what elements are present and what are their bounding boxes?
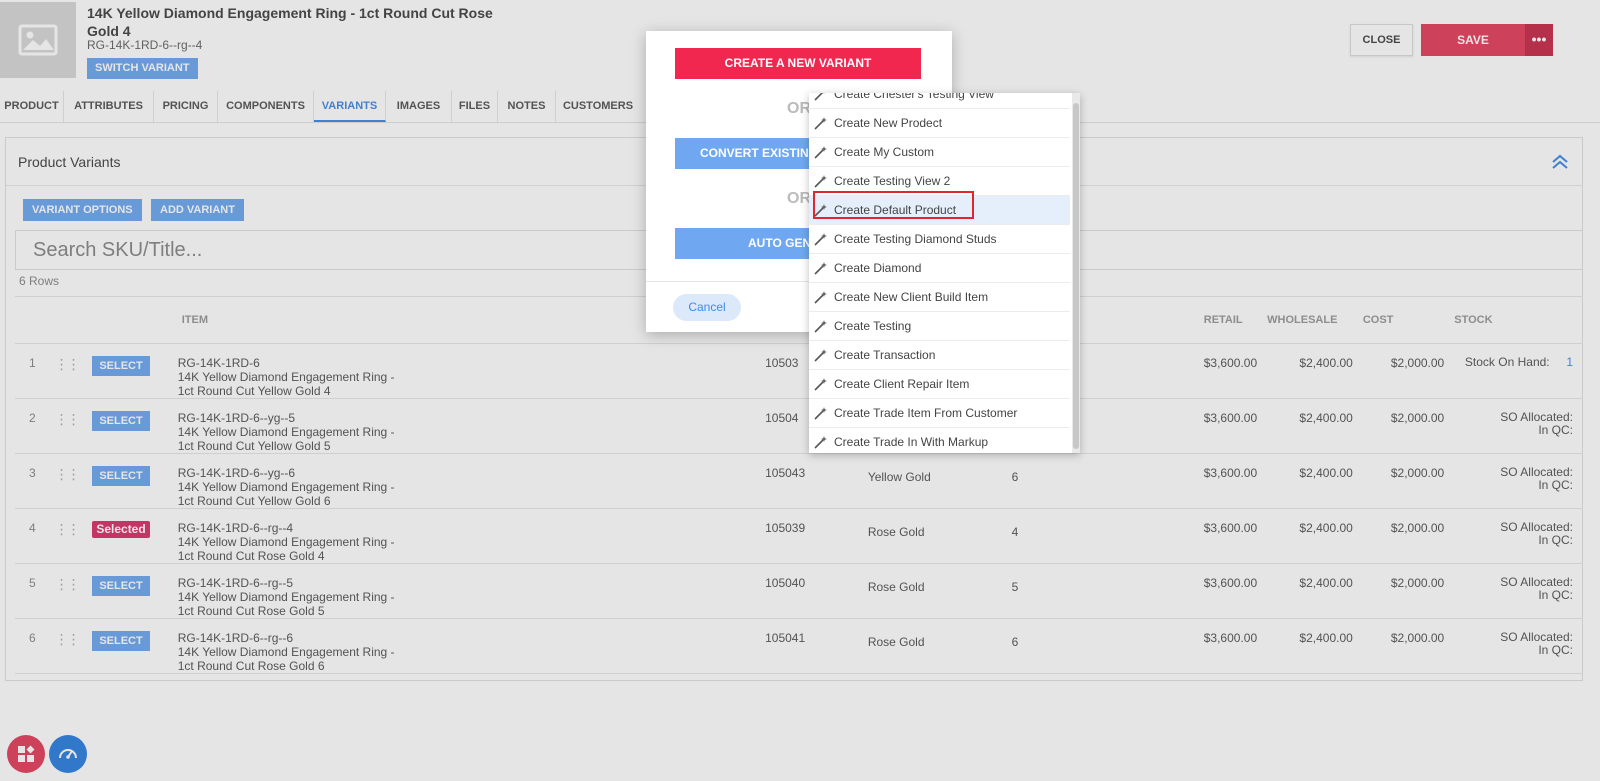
dropdown-scrollbar[interactable] — [1072, 93, 1080, 453]
scrollbar-thumb[interactable] — [1073, 103, 1079, 449]
menu-item[interactable]: Create New Client Build Item — [809, 283, 1070, 312]
magic-wand-icon — [814, 175, 827, 188]
menu-item-label: Create Testing Diamond Studs — [834, 232, 997, 246]
menu-item-label: Create New Client Build Item — [834, 290, 989, 304]
menu-item-label: Create Testing View 2 — [834, 174, 951, 188]
magic-wand-icon — [814, 146, 827, 159]
menu-item-label: Create My Custom — [834, 145, 935, 159]
menu-item[interactable]: Create Testing — [809, 312, 1070, 341]
menu-item-label: Create New Prodect — [834, 116, 943, 130]
magic-wand-icon — [814, 407, 827, 420]
menu-item-label: Create Diamond — [834, 261, 922, 275]
magic-wand-icon — [814, 349, 827, 362]
menu-item-label: Create Transaction — [834, 348, 936, 362]
magic-wand-icon — [814, 378, 827, 391]
menu-item[interactable]: Create Diamond — [809, 254, 1070, 283]
create-new-variant-button[interactable]: CREATE A NEW VARIANT — [675, 48, 921, 79]
magic-wand-icon — [814, 320, 827, 333]
create-view-dropdown: Create Chester's Testing View Create New… — [809, 93, 1080, 453]
menu-item-label: Create Client Repair Item — [834, 377, 970, 391]
highlight-annotation — [813, 191, 974, 219]
magic-wand-icon — [814, 233, 827, 246]
menu-item-label: Create Chester's Testing View — [834, 93, 994, 101]
menu-item[interactable]: Create Trade In With Markup — [809, 428, 1070, 453]
menu-item[interactable]: Create Testing Diamond Studs — [809, 225, 1070, 254]
magic-wand-icon — [814, 117, 827, 130]
magic-wand-icon — [814, 436, 827, 449]
cancel-button[interactable]: Cancel — [673, 294, 741, 321]
menu-item[interactable]: Create Trade Item From Customer — [809, 399, 1070, 428]
menu-item[interactable]: Create Transaction — [809, 341, 1070, 370]
menu-item[interactable]: Create New Prodect — [809, 109, 1070, 138]
menu-item[interactable]: Create Chester's Testing View — [809, 93, 1070, 109]
magic-wand-icon — [814, 291, 827, 304]
menu-item[interactable]: Create Client Repair Item — [809, 370, 1070, 399]
menu-item-label: Create Trade Item From Customer — [834, 406, 1018, 420]
menu-item[interactable]: Create My Custom — [809, 138, 1070, 167]
menu-item-label: Create Testing — [834, 319, 912, 333]
magic-wand-icon — [814, 262, 827, 275]
menu-item-label: Create Trade In With Markup — [834, 435, 989, 449]
magic-wand-icon — [814, 93, 825, 101]
